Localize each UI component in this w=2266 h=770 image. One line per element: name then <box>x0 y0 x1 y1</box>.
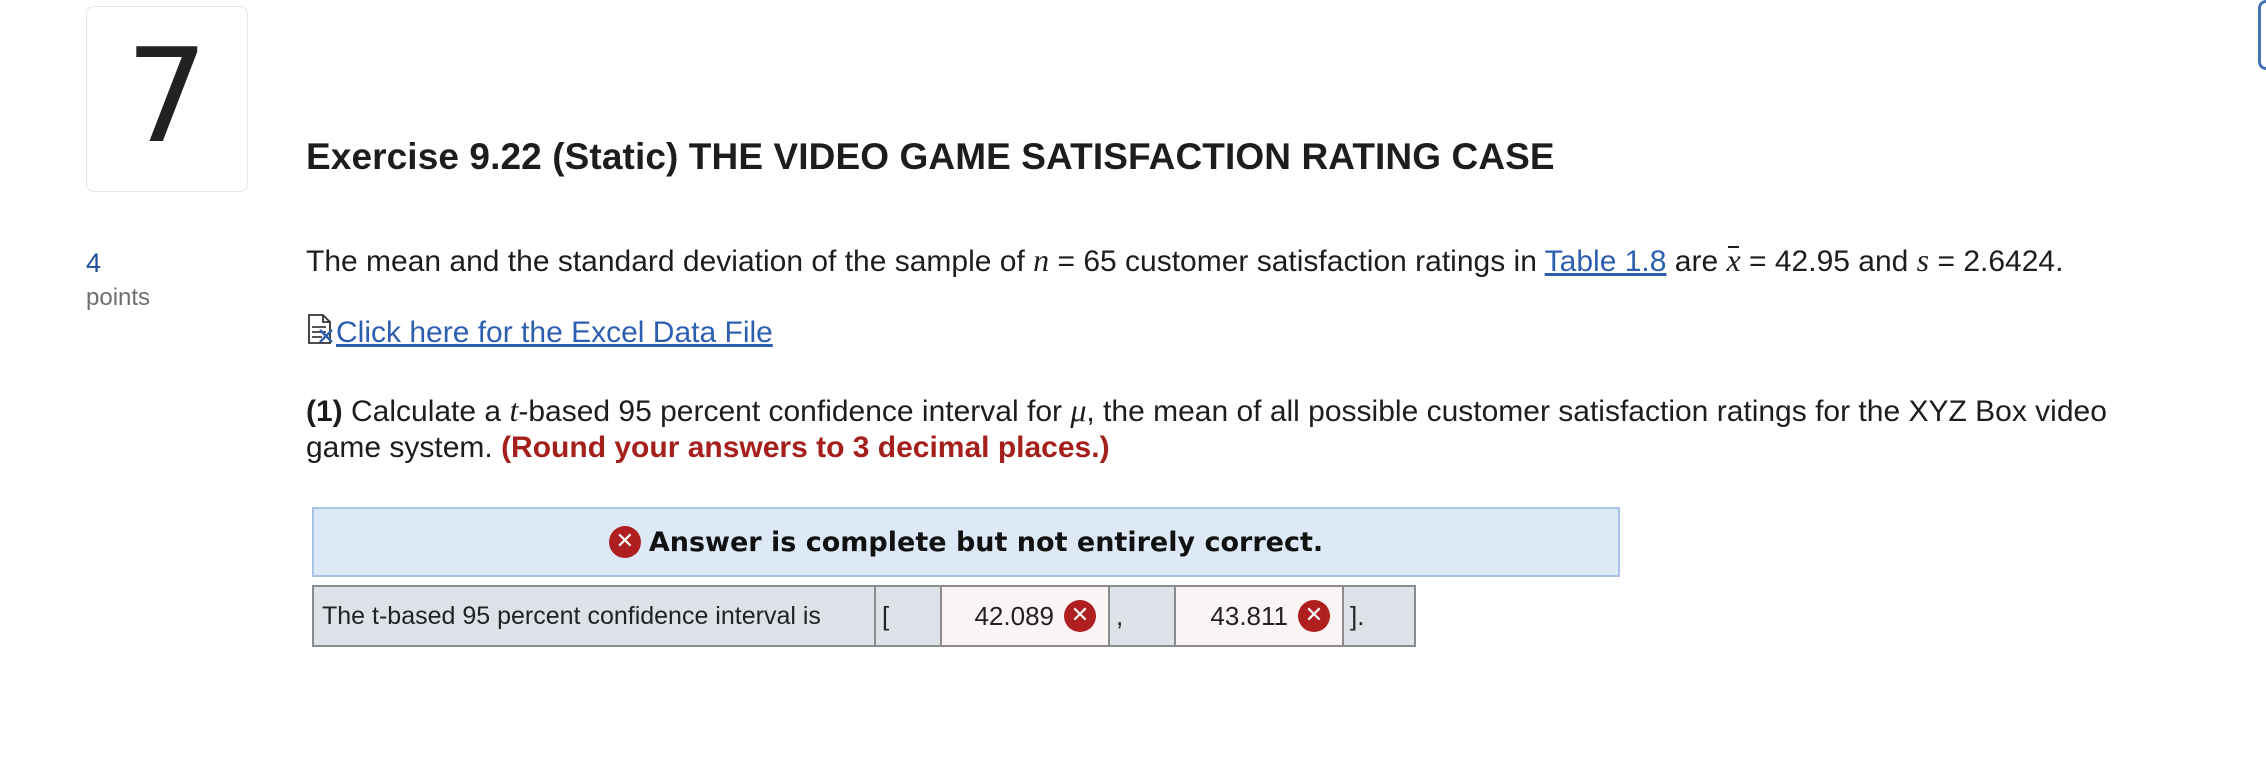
xbar-symbol: x <box>1726 242 1741 278</box>
question-page: 7 4 points Exercise 9.22 (Static) THE VI… <box>0 0 2266 770</box>
statement-text: = 42.95 and <box>1740 245 1917 278</box>
incorrect-x-icon: ✕ <box>1298 600 1330 632</box>
statement-text: The mean and the standard deviation of t… <box>306 245 1034 278</box>
separator: , <box>1108 585 1176 647</box>
points-label: points <box>86 284 151 311</box>
excel-data-link-row[interactable]: Click here for the Excel Data File <box>306 314 773 350</box>
exercise-title: Exercise 9.22 (Static) THE VIDEO GAME SA… <box>306 136 1555 177</box>
upper-bound-field[interactable]: 43.811 ✕ <box>1174 585 1344 647</box>
feedback-message: Answer is complete but not entirely corr… <box>648 526 1324 558</box>
question-number: 7 <box>125 20 209 172</box>
problem-statement: The mean and the standard deviation of t… <box>306 242 2063 280</box>
mu-symbol: μ <box>1070 392 1087 428</box>
question-number-box: 7 <box>86 6 248 192</box>
answer-table: The t-based 95 percent confidence interv… <box>312 585 1416 647</box>
lower-bound-field[interactable]: 42.089 ✕ <box>940 585 1110 647</box>
incorrect-x-icon: ✕ <box>1064 600 1096 632</box>
question-part-1: (1) Calculate a t-based 95 percent confi… <box>306 392 2146 466</box>
lower-bound-value: 42.089 <box>974 600 1054 631</box>
side-panel-tab[interactable] <box>2258 0 2266 70</box>
question-text: -based 95 percent confidence interval fo… <box>518 395 1071 428</box>
answer-label: The t-based 95 percent confidence interv… <box>312 585 876 647</box>
close-bracket: ]. <box>1342 585 1416 647</box>
n-symbol: n <box>1033 242 1050 278</box>
part-number: (1) <box>306 395 343 428</box>
statement-text: = 65 customer satisfaction ratings in <box>1049 245 1545 278</box>
points-value: 4 <box>86 248 102 278</box>
statement-text: are <box>1666 245 1727 278</box>
excel-file-icon <box>308 314 333 344</box>
statement-text: = 2.6424. <box>1929 245 2064 278</box>
table-row: The t-based 95 percent confidence interv… <box>312 585 1416 647</box>
table-link[interactable]: Table 1.8 <box>1545 245 1667 278</box>
rounding-instruction: (Round your answers to 3 decimal places.… <box>501 431 1110 464</box>
s-symbol: s <box>1916 242 1930 278</box>
upper-bound-value: 43.811 <box>1210 600 1288 631</box>
error-x-icon: ✕ <box>608 526 641 558</box>
t-symbol: t <box>509 392 519 428</box>
excel-data-link[interactable]: Click here for the Excel Data File <box>336 316 773 350</box>
open-bracket: [ <box>874 585 942 647</box>
feedback-banner: ✕ Answer is complete but not entirely co… <box>312 507 1620 577</box>
question-text: Calculate a <box>342 395 510 428</box>
